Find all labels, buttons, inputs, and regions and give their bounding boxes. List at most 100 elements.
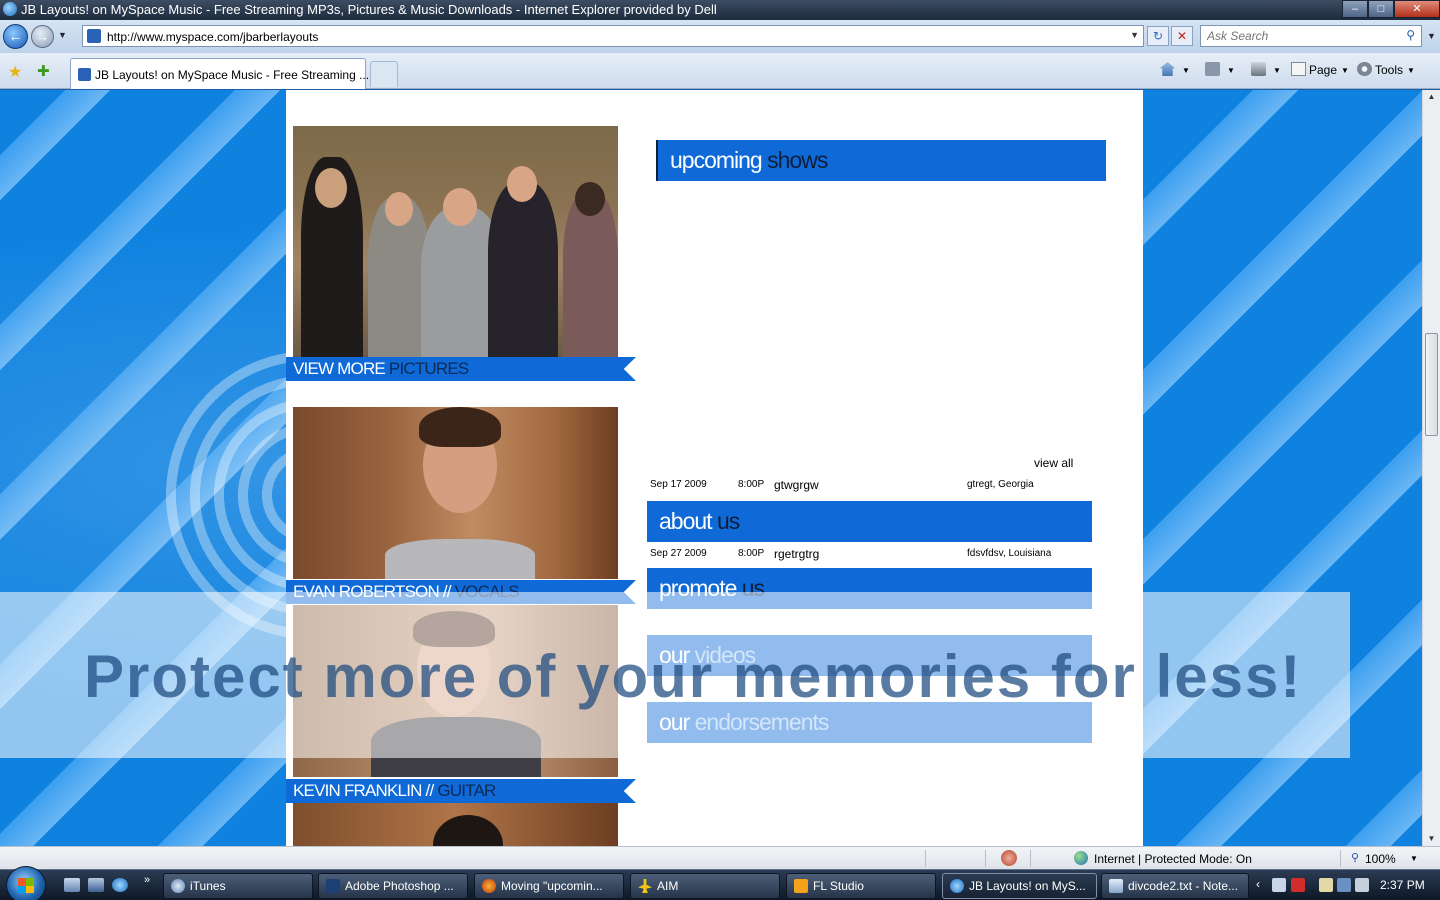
recent-pages-dropdown-icon[interactable]: ▼: [58, 30, 67, 40]
stop-button[interactable]: ✕: [1171, 26, 1193, 46]
header-light: about: [659, 508, 717, 534]
show-venue[interactable]: gtwgrgw: [774, 478, 819, 492]
tools-menu[interactable]: Tools ▼: [1357, 62, 1415, 77]
page-menu-label: Page: [1309, 63, 1338, 77]
upcoming-shows-header: upcoming shows: [656, 140, 1106, 181]
taskbar-label: FL Studio: [813, 879, 864, 893]
tray-mcafee-icon[interactable]: [1291, 878, 1305, 892]
maximize-button[interactable]: □: [1368, 0, 1394, 18]
window-title: JB Layouts! on MySpace Music - Free Stre…: [21, 2, 717, 17]
search-box[interactable]: ⚲: [1200, 25, 1422, 47]
show-row: Sep 17 2009 8:00P gtwgrgw gtregt, Georgi…: [650, 478, 1090, 493]
home-button[interactable]: ▼: [1160, 62, 1190, 77]
address-bar[interactable]: http://www.myspace.com/jbarberlayouts ▼: [82, 25, 1144, 47]
scroll-up-icon[interactable]: ▲: [1423, 90, 1440, 104]
myspace-favicon-icon: [78, 68, 91, 81]
member-photo-partial[interactable]: [293, 803, 618, 846]
search-icon[interactable]: ⚲: [1406, 28, 1415, 42]
show-desktop-icon[interactable]: [64, 878, 80, 892]
tray-network-icon[interactable]: [1337, 878, 1351, 892]
tray-device-icon[interactable]: [1319, 878, 1333, 892]
photoshop-icon: [326, 879, 340, 893]
caption-light: VIEW MORE: [293, 359, 389, 378]
band-photo[interactable]: [293, 126, 618, 357]
close-button[interactable]: ✕: [1394, 0, 1440, 18]
popup-blocker-icon[interactable]: [1001, 850, 1017, 866]
windows-logo-icon: [18, 878, 34, 893]
page-viewport: VIEW MORE PICTURES EVAN ROBERTSON // VOC…: [0, 90, 1422, 846]
navigation-bar: ← → ▼ http://www.myspace.com/jbarberlayo…: [0, 20, 1440, 53]
windows-taskbar: » iTunes Adobe Photoshop ... Moving "upc…: [0, 866, 1440, 900]
search-input[interactable]: [1201, 26, 1391, 46]
taskbar-item-aim[interactable]: AIM: [630, 873, 780, 899]
internet-explorer-icon[interactable]: [112, 878, 128, 892]
refresh-button[interactable]: ↻: [1147, 26, 1169, 46]
vertical-scrollbar[interactable]: ▲ ▼: [1422, 90, 1440, 846]
tab-bar: ★ ✚ JB Layouts! on MySpace Music - Free …: [0, 53, 1440, 89]
myspace-favicon-icon: [87, 29, 101, 43]
view-all-shows-link[interactable]: view all: [1034, 456, 1073, 470]
member-photo-evan[interactable]: [293, 407, 618, 579]
caption-dark: PICTURES: [388, 359, 469, 378]
caption-light: KEVIN FRANKLIN //: [293, 781, 438, 800]
quick-launch-more-icon[interactable]: »: [144, 874, 150, 886]
taskbar-item-firefox[interactable]: Moving "upcomin...: [474, 873, 624, 899]
home-icon: [1160, 62, 1175, 76]
status-divider: [925, 850, 926, 867]
taskbar-item-itunes[interactable]: iTunes: [163, 873, 313, 899]
scrollbar-thumb[interactable]: [1425, 333, 1438, 436]
show-location: fdsvfdsv, Louisiana: [967, 548, 1052, 559]
new-tab-button[interactable]: [370, 61, 398, 87]
show-venue[interactable]: rgetrgtrg: [774, 547, 819, 561]
rss-feed-icon: [1205, 62, 1220, 76]
zoom-level[interactable]: 100%: [1365, 852, 1396, 866]
security-zone[interactable]: Internet | Protected Mode: On: [1094, 852, 1252, 866]
taskbar-label: divcode2.txt - Note...: [1128, 879, 1239, 893]
show-location: gtregt, Georgia: [967, 479, 1034, 490]
status-divider: [1030, 850, 1031, 867]
show-hidden-icons-icon[interactable]: ‹: [1256, 877, 1260, 891]
address-url[interactable]: http://www.myspace.com/jbarberlayouts: [107, 30, 318, 44]
internet-zone-globe-icon[interactable]: [1074, 851, 1088, 865]
back-button[interactable]: ←: [3, 24, 28, 49]
tab-myspace[interactable]: JB Layouts! on MySpace Music - Free Stre…: [70, 58, 369, 89]
taskbar-label: iTunes: [190, 879, 226, 893]
view-more-pictures-link[interactable]: VIEW MORE PICTURES: [286, 357, 636, 381]
scroll-down-icon[interactable]: ▼: [1423, 832, 1440, 846]
window-titlebar: JB Layouts! on MySpace Music - Free Stre…: [0, 0, 1440, 20]
ie-icon: [950, 879, 964, 893]
tray-display-icon[interactable]: [1272, 878, 1286, 892]
firefox-icon: [482, 879, 496, 893]
add-favorites-icon[interactable]: ✚: [37, 62, 50, 80]
print-button[interactable]: ▼: [1251, 62, 1281, 77]
show-date: Sep 27 2009: [650, 548, 707, 559]
favorites-star-icon[interactable]: ★: [8, 62, 22, 82]
search-options-dropdown-icon[interactable]: ▼: [1427, 31, 1436, 41]
start-button[interactable]: [6, 866, 46, 900]
status-divider: [1340, 850, 1341, 867]
show-time: 8:00P: [738, 548, 765, 559]
taskbar-clock[interactable]: 2:37 PM: [1380, 878, 1425, 892]
aim-icon: [638, 879, 652, 893]
page-menu[interactable]: Page ▼: [1291, 62, 1349, 77]
taskbar-item-fl-studio[interactable]: FL Studio: [786, 873, 936, 899]
taskbar-item-notepad[interactable]: divcode2.txt - Note...: [1101, 873, 1249, 899]
switch-windows-icon[interactable]: [88, 878, 104, 892]
address-dropdown-icon[interactable]: ▼: [1130, 30, 1139, 40]
forward-button[interactable]: →: [31, 25, 54, 48]
feeds-button[interactable]: ▼: [1205, 62, 1235, 77]
status-bar: Internet | Protected Mode: On ⚲ 100% ▼: [0, 846, 1440, 869]
zoom-dropdown-icon[interactable]: ▼: [1410, 854, 1418, 863]
taskbar-label: AIM: [657, 879, 679, 893]
member-caption-kevin: KEVIN FRANKLIN // GUITAR: [286, 779, 636, 803]
minimize-button[interactable]: –: [1342, 0, 1368, 18]
show-time: 8:00P: [738, 479, 765, 490]
taskbar-item-photoshop[interactable]: Adobe Photoshop ...: [318, 873, 468, 899]
overlay-ad-text: Protect more of your memories for less!: [84, 643, 1303, 710]
overlay-ad-banner[interactable]: Protect more of your memories for less!: [0, 592, 1350, 758]
tray-volume-icon[interactable]: [1355, 878, 1369, 892]
tools-menu-label: Tools: [1375, 63, 1404, 77]
taskbar-item-internet-explorer[interactable]: JB Layouts! on MyS...: [942, 873, 1097, 899]
fl-studio-icon: [794, 879, 808, 893]
zoom-icon[interactable]: ⚲: [1351, 851, 1359, 864]
